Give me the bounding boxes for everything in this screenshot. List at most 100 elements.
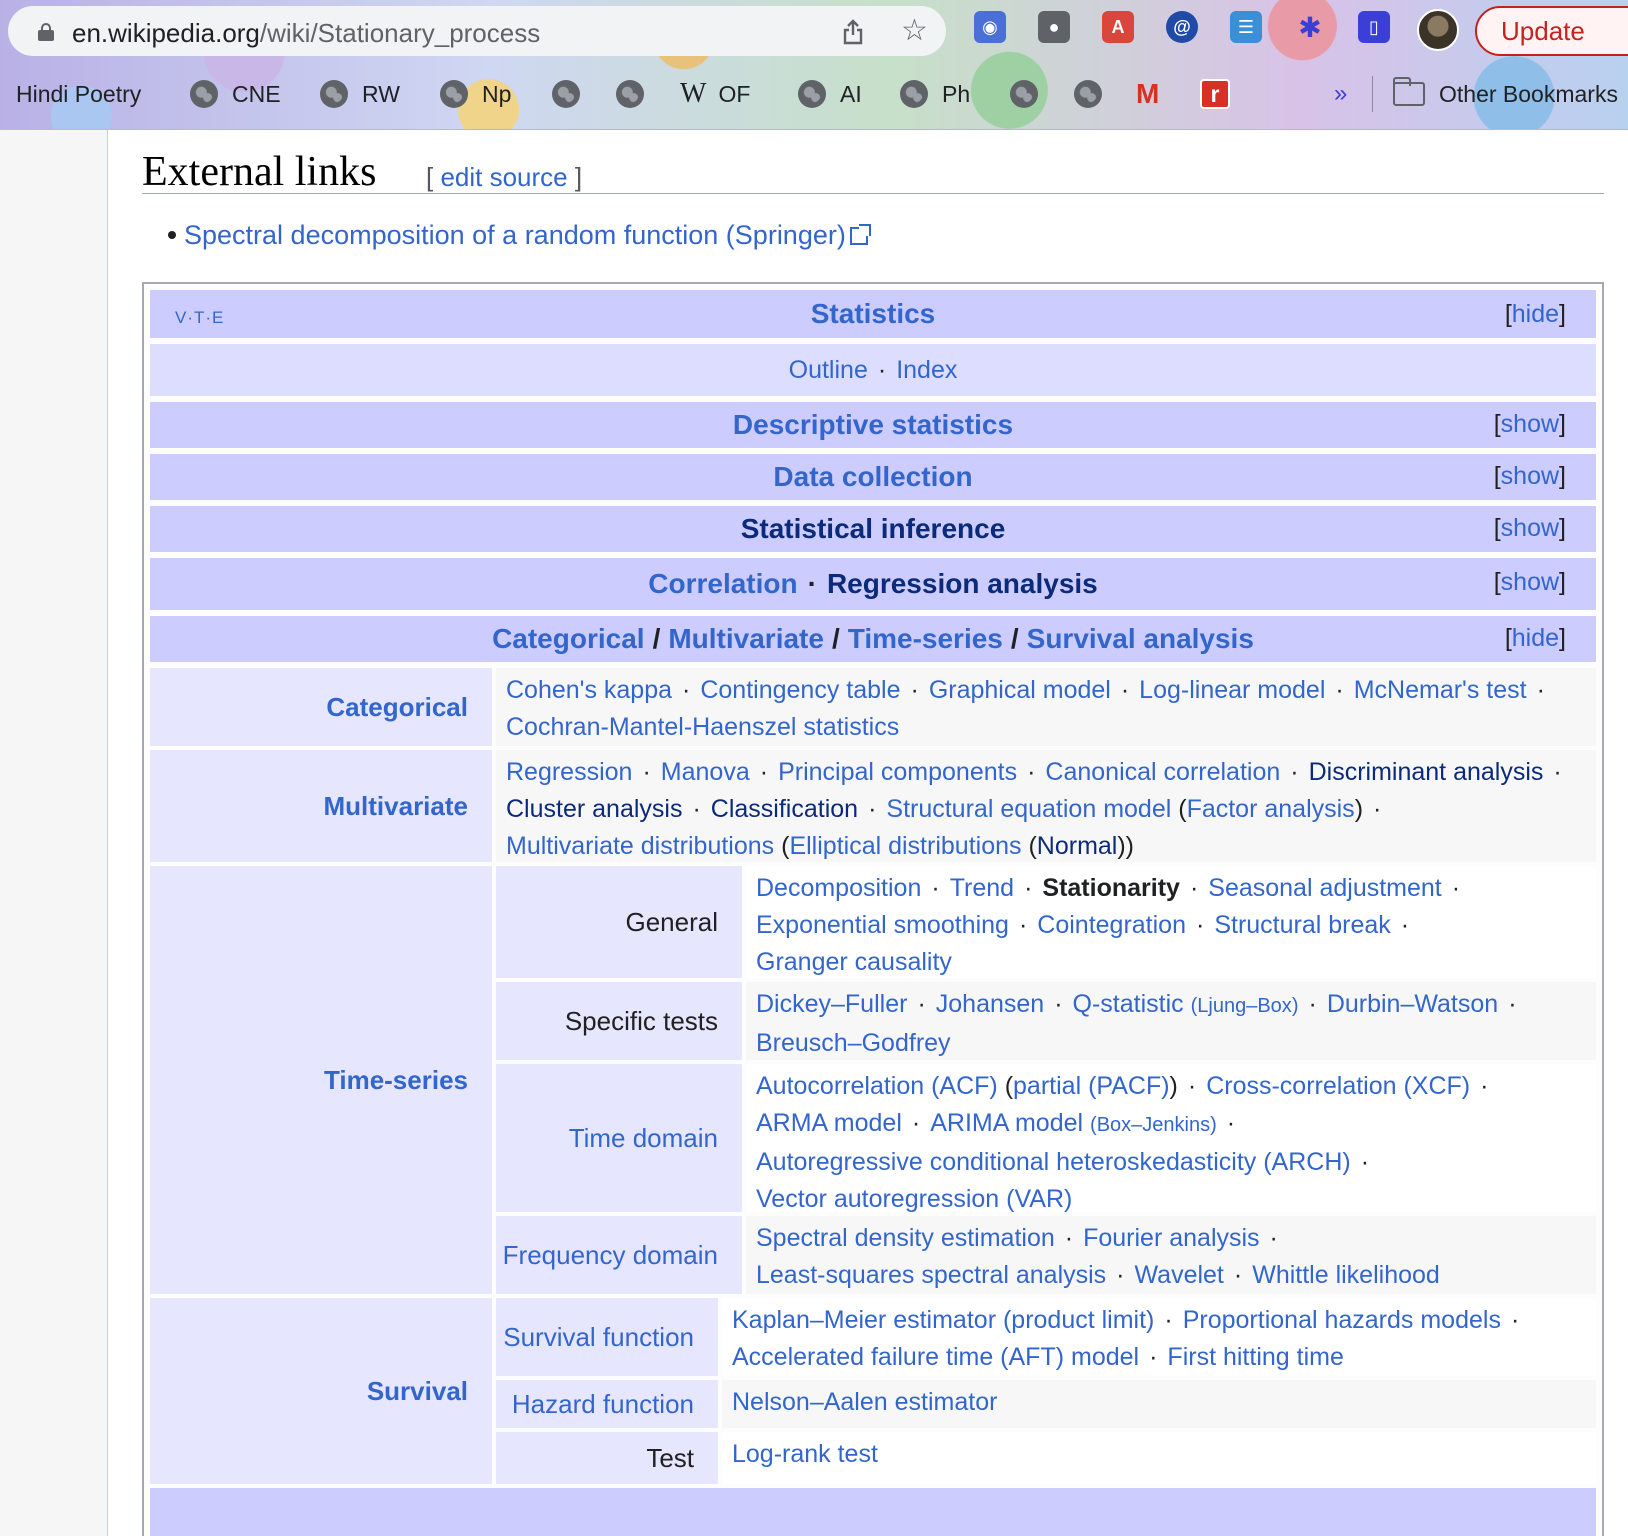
list-item[interactable]: Kaplan–Meier estimator (product limit) — [732, 1306, 1154, 1334]
list-item[interactable]: Box–Jenkins — [1097, 1114, 1210, 1136]
list-item[interactable]: Granger causality — [756, 948, 952, 976]
update-button[interactable]: Update — [1475, 6, 1628, 56]
list-item[interactable]: Autoregressive conditional heteroskedast… — [756, 1148, 1351, 1176]
list-item[interactable]: Nelson–Aalen estimator — [732, 1388, 997, 1416]
pdf-extension-icon[interactable]: A — [1102, 11, 1134, 43]
list-item[interactable]: Manova — [661, 758, 750, 786]
list-item[interactable]: Spectral density estimation — [756, 1224, 1055, 1252]
list-item[interactable]: Proportional hazards models — [1183, 1306, 1501, 1334]
list-item[interactable]: Structural break — [1214, 911, 1390, 939]
list-item[interactable]: Cochran-Mantel-Haenszel statistics — [506, 713, 899, 741]
show-toggle-inference[interactable]: [show] — [1494, 514, 1566, 543]
list-item[interactable]: First hitting time — [1167, 1343, 1343, 1371]
share-icon[interactable] — [842, 19, 864, 45]
bookmark-ph[interactable]: Ph — [900, 76, 970, 112]
list-item[interactable]: Cross-correlation (XCF) — [1206, 1072, 1470, 1100]
group-multivariate[interactable]: Multivariate — [150, 750, 492, 862]
list-item[interactable]: Cohen's kappa — [506, 676, 672, 704]
list-item[interactable]: Elliptical distributions — [789, 832, 1021, 860]
list-item[interactable]: Exponential smoothing — [756, 911, 1009, 939]
list-item[interactable]: Dickey–Fuller — [756, 990, 907, 1018]
list-item[interactable]: Trend — [950, 874, 1014, 902]
show-toggle-correlation[interactable]: [show] — [1494, 568, 1566, 597]
bookmark-cne[interactable]: CNE — [190, 76, 281, 112]
list-item[interactable]: Contingency table — [700, 676, 900, 704]
list-item[interactable]: Factor analysis — [1187, 795, 1355, 823]
bookmark-gmail[interactable]: M — [1136, 76, 1159, 112]
list-item[interactable]: Vector autoregression (VAR) — [756, 1185, 1072, 1213]
sidebar-extension-icon[interactable]: ▯ — [1358, 11, 1390, 43]
group-time-series[interactable]: Time-series — [150, 866, 492, 1294]
categorical-link[interactable]: Categorical — [492, 623, 645, 655]
correlation-link[interactable]: Correlation — [648, 568, 797, 600]
list-item[interactable]: Seasonal adjustment — [1208, 874, 1441, 902]
address-bar[interactable]: en.wikipedia.org/wiki/Stationary_process… — [8, 6, 946, 56]
subgroup-time-domain[interactable]: Time domain — [496, 1064, 742, 1212]
hide-toggle-categorical[interactable]: [hide] — [1505, 624, 1566, 653]
more-bookmarks-chevron[interactable]: » — [1334, 76, 1347, 112]
other-bookmarks[interactable]: Other Bookmarks — [1372, 76, 1618, 112]
outline-link[interactable]: Outline — [789, 356, 868, 385]
list-item[interactable]: Breusch–Godfrey — [756, 1029, 951, 1057]
hide-toggle-statistics[interactable]: [hide] — [1505, 300, 1566, 329]
profile-avatar[interactable] — [1417, 9, 1459, 51]
show-toggle-data-collection[interactable]: [show] — [1494, 462, 1566, 491]
list-item[interactable]: Log-rank test — [732, 1440, 878, 1468]
vte-links[interactable]: V·T·E — [175, 308, 224, 328]
data-collection-link[interactable]: Data collection — [773, 461, 972, 493]
bookmark-r[interactable]: r — [1200, 76, 1230, 112]
list-extension-icon[interactable]: ☰ — [1230, 11, 1262, 43]
list-item[interactable]: ARIMA model — [930, 1109, 1083, 1137]
show-toggle-descriptive[interactable]: [show] — [1494, 410, 1566, 439]
puzzle-extensions-icon[interactable]: ✱ — [1294, 11, 1326, 43]
bookmark-globe-1[interactable] — [552, 76, 594, 112]
lock-icon[interactable] — [38, 23, 54, 41]
list-item[interactable]: Whittle likelihood — [1252, 1261, 1440, 1289]
edit-source-link[interactable]: edit source — [440, 162, 567, 192]
camera-extension-icon[interactable]: ◉ — [974, 11, 1006, 43]
list-item[interactable]: Canonical correlation — [1045, 758, 1280, 786]
list-item[interactable]: Q-statistic — [1073, 990, 1184, 1018]
list-item[interactable]: Ljung–Box — [1197, 995, 1292, 1017]
list-item[interactable]: McNemar's test — [1354, 676, 1527, 704]
regression-analysis-link[interactable]: Regression analysis — [827, 568, 1098, 600]
list-item[interactable]: Multivariate distributions — [506, 832, 774, 860]
bookmark-rw[interactable]: RW — [320, 76, 400, 112]
list-item[interactable]: Fourier analysis — [1083, 1224, 1259, 1252]
list-item[interactable]: Least-squares spectral analysis — [756, 1261, 1106, 1289]
list-item[interactable]: ARMA model — [756, 1109, 902, 1137]
multivariate-link[interactable]: Multivariate — [668, 623, 824, 655]
subgroup-survival-function[interactable]: Survival function — [496, 1298, 718, 1376]
list-item[interactable]: Discriminant analysis — [1309, 758, 1544, 786]
group-categorical[interactable]: Categorical — [150, 668, 492, 746]
list-item[interactable]: Classification — [711, 795, 858, 823]
bookmark-star-icon[interactable]: ☆ — [901, 16, 928, 46]
list-item[interactable]: Principal components — [778, 758, 1017, 786]
bookmark-globe-3[interactable] — [1010, 76, 1052, 112]
external-link[interactable]: Spectral decomposition of a random funct… — [184, 220, 846, 250]
list-item[interactable]: Regression — [506, 758, 632, 786]
list-item[interactable]: Structural equation model — [886, 795, 1171, 823]
list-item[interactable]: Wavelet — [1135, 1261, 1224, 1289]
group-survival[interactable]: Survival — [150, 1298, 492, 1484]
list-item[interactable]: Cointegration — [1037, 911, 1186, 939]
statistical-inference-link[interactable]: Statistical inference — [741, 513, 1006, 545]
list-item[interactable]: Cluster analysis — [506, 795, 682, 823]
list-item[interactable]: Log-linear model — [1139, 676, 1325, 704]
subgroup-hazard-function[interactable]: Hazard function — [496, 1380, 718, 1428]
bookmark-ai[interactable]: AI — [798, 76, 862, 112]
descriptive-statistics-link[interactable]: Descriptive statistics — [733, 409, 1013, 441]
index-link[interactable]: Index — [896, 356, 957, 385]
bookmark-globe-4[interactable] — [1074, 76, 1116, 112]
list-item[interactable]: Autocorrelation (ACF) — [756, 1072, 998, 1100]
url-text[interactable]: en.wikipedia.org/wiki/Stationary_process — [72, 18, 540, 49]
bulb-extension-icon[interactable]: ● — [1038, 11, 1070, 43]
bookmark-globe-2[interactable] — [616, 76, 658, 112]
list-item[interactable]: Graphical model — [929, 676, 1111, 704]
list-item[interactable]: partial (PACF) — [1013, 1072, 1170, 1100]
list-item[interactable]: Accelerated failure time (AFT) model — [732, 1343, 1139, 1371]
list-item[interactable]: Durbin–Watson — [1327, 990, 1498, 1018]
list-item[interactable]: Decomposition — [756, 874, 921, 902]
bookmark-of[interactable]: W OF — [680, 76, 750, 112]
list-item[interactable]: Johansen — [936, 990, 1044, 1018]
